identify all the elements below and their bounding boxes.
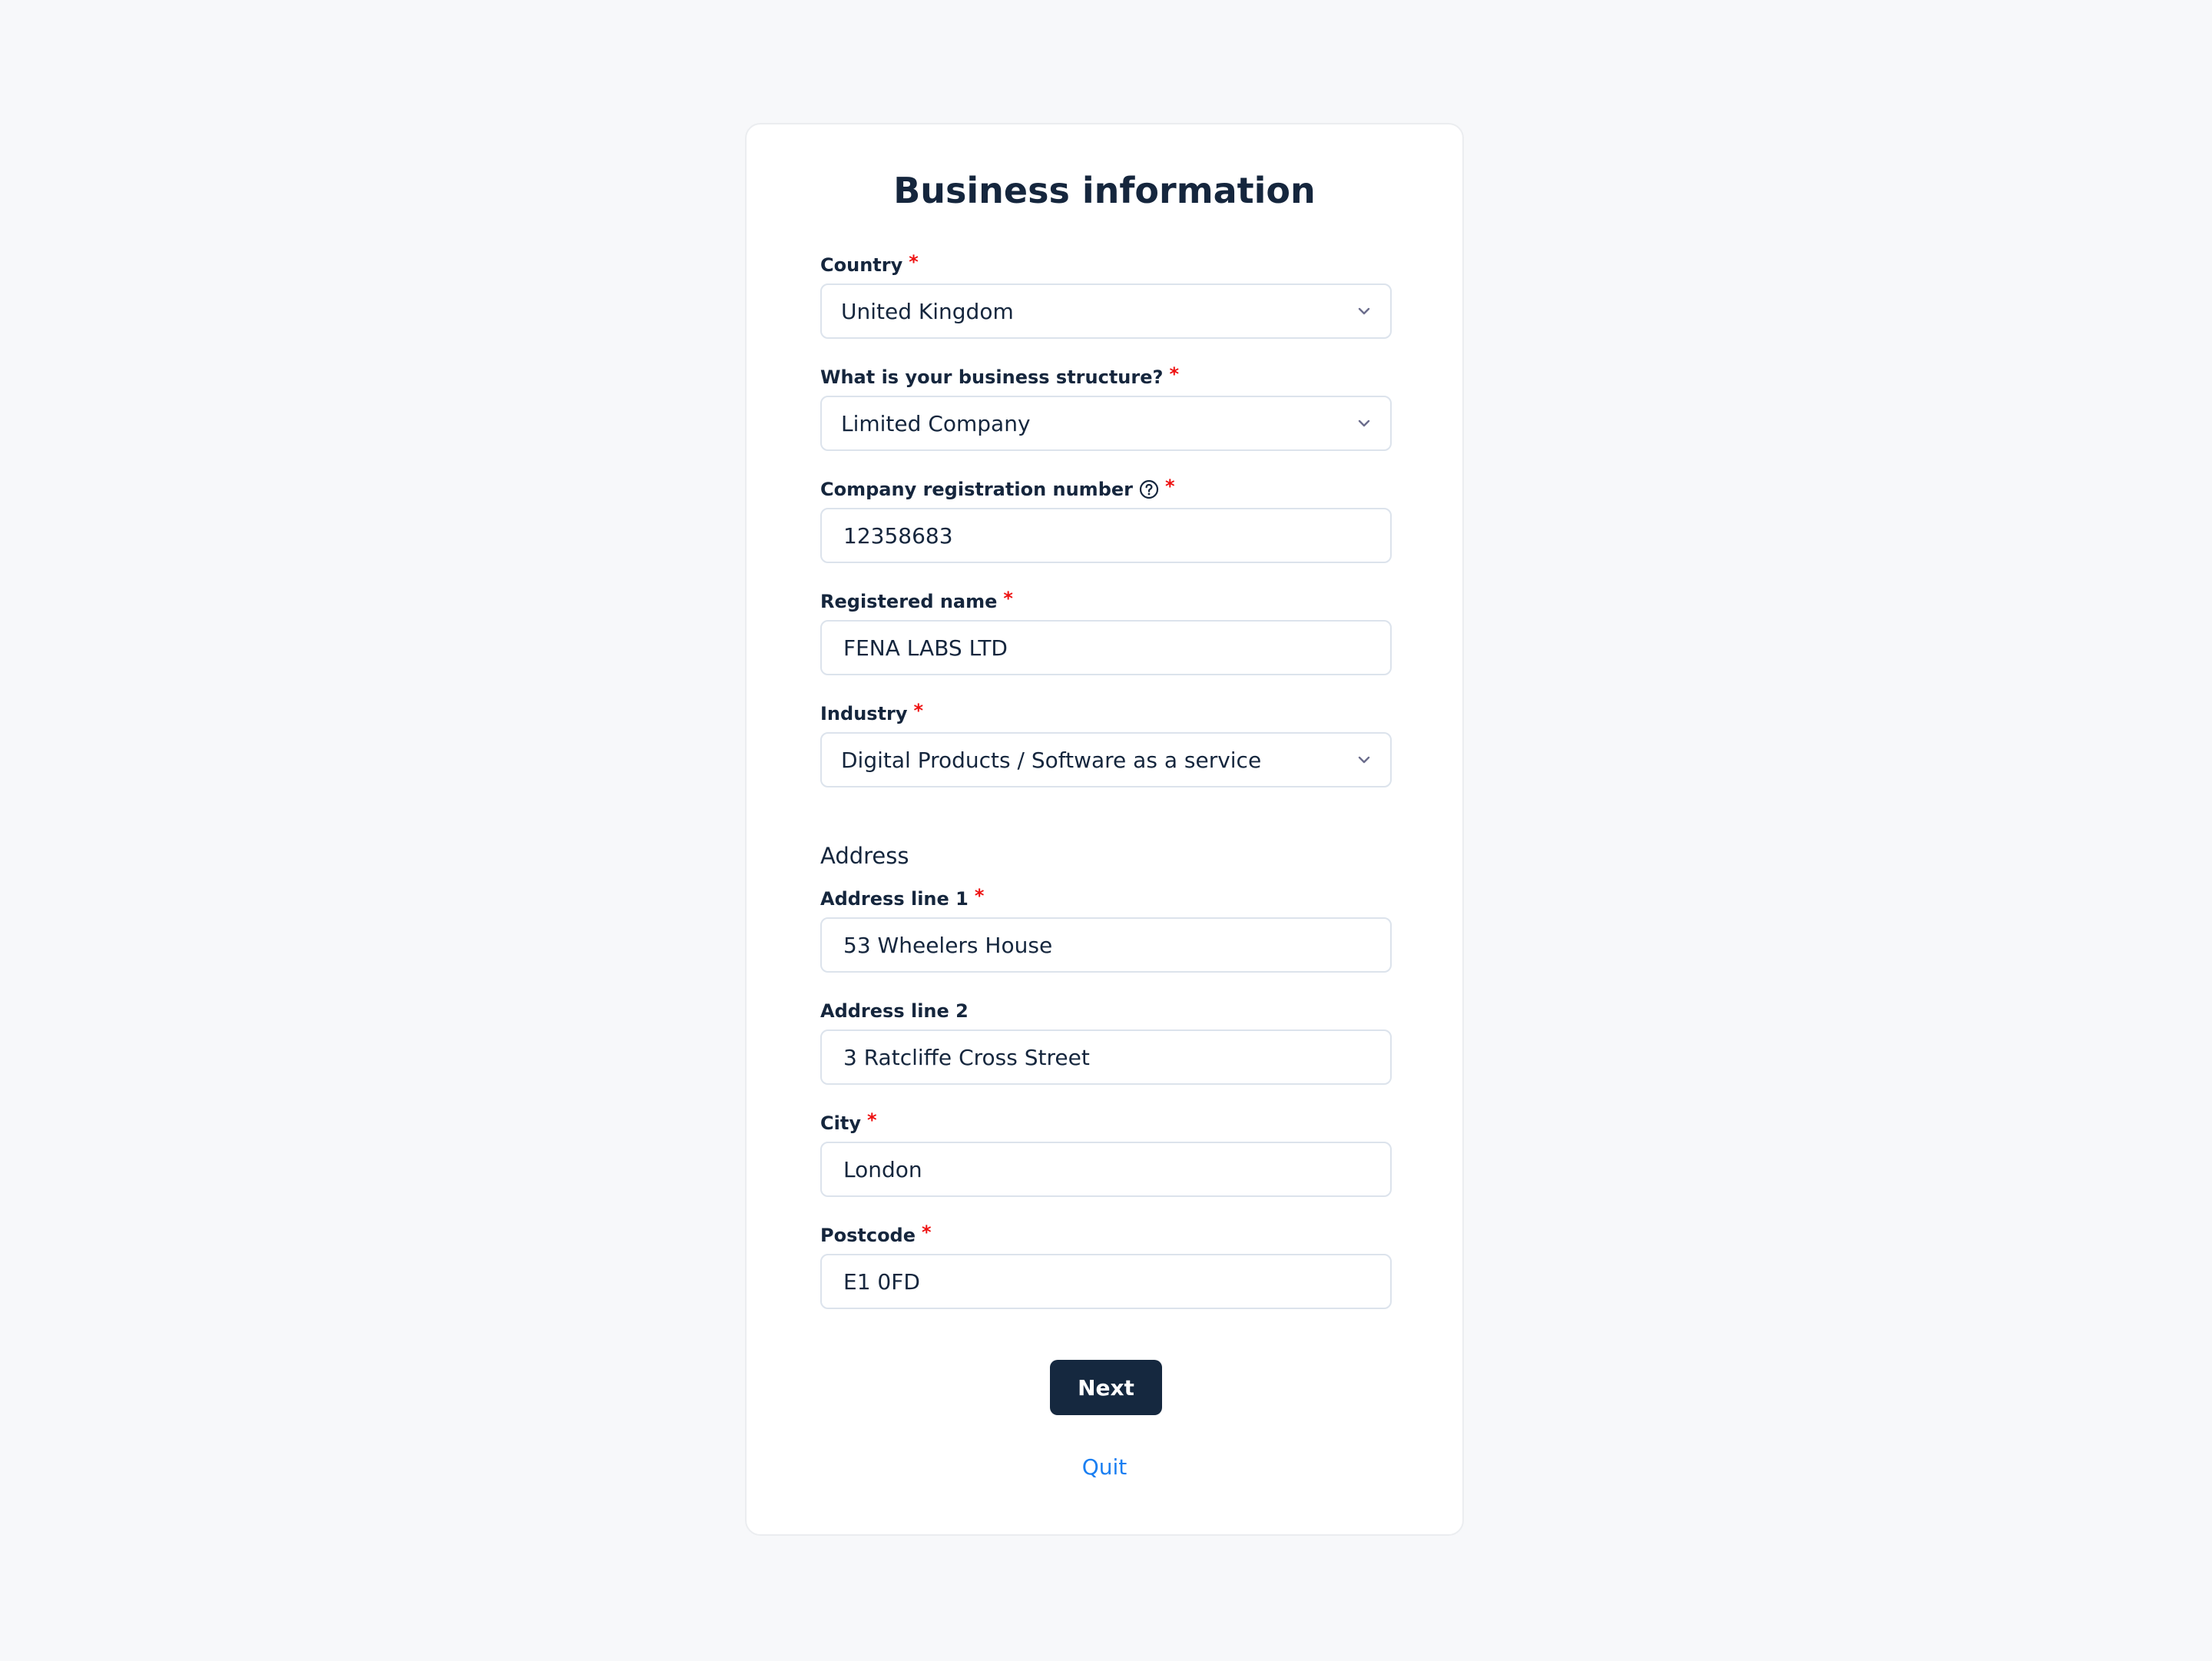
industry-field: Industry * Digital Products / Software a… [820,700,1392,787]
address-line2-value: 3 Ratcliffe Cross Street [843,1044,1090,1070]
business-information-card: Business information Country * United Ki… [745,123,1464,1536]
city-value: London [843,1156,922,1182]
country-select[interactable]: United Kingdom [820,283,1392,339]
city-label: City * [820,1109,1392,1137]
country-label-text: Country [820,254,903,276]
company-registration-number-field: Company registration number * 12358683 [820,476,1392,563]
company-registration-number-input[interactable]: 12358683 [820,508,1392,563]
city-input[interactable]: London [820,1142,1392,1197]
required-asterisk: * [1169,363,1179,385]
country-label: Country * [820,251,1392,279]
postcode-label-text: Postcode [820,1225,916,1246]
required-asterisk: * [866,1109,877,1131]
industry-select-value: Digital Products / Software as a service [841,747,1262,773]
page-title: Business information [893,170,1316,211]
country-select-value: United Kingdom [841,298,1014,324]
quit-link[interactable]: Quit [1082,1454,1128,1480]
registered-name-label: Registered name * [820,588,1392,615]
quit-link-container: Quit [747,1454,1462,1481]
address-line2-label: Address line 2 [820,997,1392,1025]
country-field: Country * United Kingdom [820,251,1392,339]
registered-name-label-text: Registered name [820,591,998,612]
postcode-value: E1 0FD [843,1268,920,1295]
address-line2-field: Address line 2 3 Ratcliffe Cross Street [820,997,1392,1085]
company-registration-number-label-text: Company registration number [820,479,1133,500]
industry-select[interactable]: Digital Products / Software as a service [820,732,1392,787]
city-label-text: City [820,1112,861,1134]
address-line1-label-text: Address line 1 [820,888,969,910]
address-line1-input[interactable]: 53 Wheelers House [820,917,1392,973]
address-line1-label: Address line 1 * [820,885,1392,913]
required-asterisk: * [974,885,985,907]
required-asterisk: * [909,251,919,273]
required-asterisk: * [913,700,924,721]
chevron-down-icon [1356,754,1372,765]
company-registration-number-label: Company registration number * [820,476,1392,503]
business-structure-select-value: Limited Company [841,410,1031,436]
required-asterisk: * [922,1222,932,1243]
postcode-input[interactable]: E1 0FD [820,1254,1392,1309]
company-registration-number-value: 12358683 [843,522,953,549]
registered-name-value: FENA LABS LTD [843,635,1008,661]
postcode-label: Postcode * [820,1222,1392,1249]
postcode-field: Postcode * E1 0FD [820,1222,1392,1309]
question-circle-icon[interactable] [1139,479,1159,499]
business-structure-field: What is your business structure? * Limit… [820,363,1392,451]
address-line1-value: 53 Wheelers House [843,932,1053,958]
industry-label: Industry * [820,700,1392,728]
address-line2-label-text: Address line 2 [820,1000,969,1022]
chevron-down-icon [1356,306,1372,317]
required-asterisk: * [1164,476,1175,497]
registered-name-input[interactable]: FENA LABS LTD [820,620,1392,675]
address-section-heading: Address [820,843,909,869]
chevron-down-icon [1356,418,1372,429]
city-field: City * London [820,1109,1392,1197]
business-structure-select[interactable]: Limited Company [820,396,1392,451]
required-asterisk: * [1003,588,1013,609]
address-line1-field: Address line 1 * 53 Wheelers House [820,885,1392,973]
registered-name-field: Registered name * FENA LABS LTD [820,588,1392,675]
business-structure-label-text: What is your business structure? [820,366,1164,388]
address-line2-input[interactable]: 3 Ratcliffe Cross Street [820,1029,1392,1085]
business-structure-label: What is your business structure? * [820,363,1392,391]
next-button[interactable]: Next [1050,1360,1162,1415]
industry-label-text: Industry [820,703,908,724]
